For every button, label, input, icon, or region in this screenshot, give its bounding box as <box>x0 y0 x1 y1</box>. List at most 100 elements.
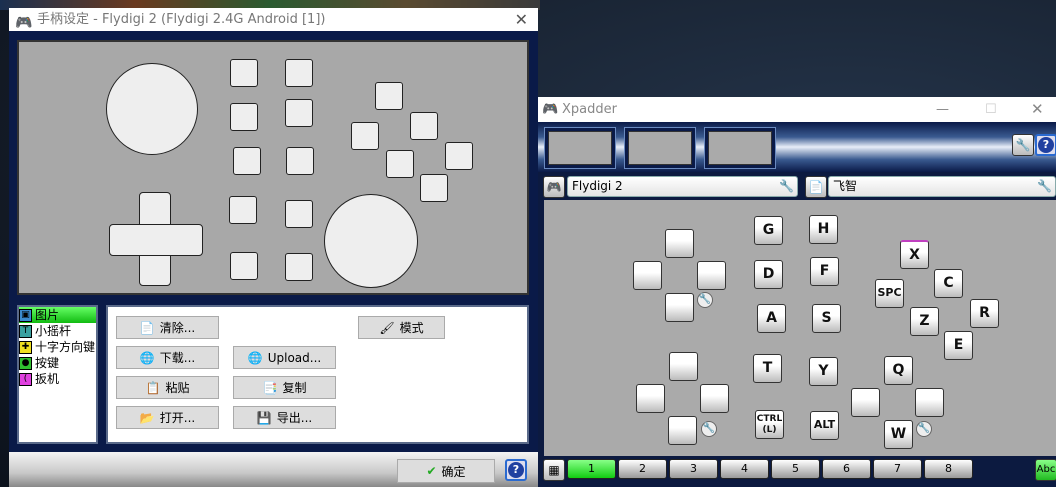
download-button[interactable]: 🌐 下载... <box>116 346 219 369</box>
close-button[interactable]: ✕ <box>1031 97 1044 122</box>
left-stick-shape[interactable] <box>106 63 198 155</box>
help-button[interactable]: ? <box>505 459 527 481</box>
button-shape[interactable] <box>285 59 313 87</box>
button-shape[interactable] <box>420 174 448 202</box>
button-shape[interactable] <box>230 103 258 131</box>
list-item-dpad[interactable]: ✚ 十字方向键 <box>19 339 96 355</box>
controller-button[interactable]: 🎮 <box>543 176 565 198</box>
xpadder-title: Xpadder <box>562 102 617 117</box>
controller-slot-2[interactable] <box>624 127 696 169</box>
key-q[interactable]: Q <box>884 356 913 385</box>
floppy-disk-icon: 💾 <box>256 410 272 425</box>
button-shape[interactable] <box>386 150 414 178</box>
key-unassigned[interactable] <box>915 388 944 417</box>
settings-wrench-button[interactable]: 🔧 <box>1012 134 1034 156</box>
key-t[interactable]: T <box>753 354 782 383</box>
key-ctrl[interactable]: CTRL (L) <box>755 410 784 439</box>
button-shape[interactable] <box>285 253 313 281</box>
key-unassigned[interactable] <box>700 384 729 413</box>
button-shape[interactable] <box>230 59 258 87</box>
download-label: 下载... <box>159 351 196 365</box>
button-shape[interactable] <box>285 200 313 228</box>
controller-layout-canvas[interactable] <box>17 40 529 295</box>
wrench-icon: 🔧 <box>1015 138 1031 152</box>
minimize-button[interactable]: — <box>936 97 949 122</box>
wrench-icon[interactable]: 🔧 <box>697 292 713 308</box>
wrench-icon[interactable]: 🔧 <box>1037 177 1052 196</box>
key-h[interactable]: H <box>809 215 838 244</box>
right-stick-shape[interactable] <box>324 194 418 288</box>
close-button[interactable]: ✕ <box>515 8 528 31</box>
set-tab-5[interactable]: 5 <box>771 459 820 479</box>
key-unassigned[interactable] <box>669 352 698 381</box>
button-shape[interactable] <box>375 82 403 110</box>
key-unassigned[interactable] <box>851 388 880 417</box>
key-unassigned[interactable] <box>636 384 665 413</box>
key-w[interactable]: W <box>884 420 913 449</box>
button-shape[interactable] <box>351 122 379 150</box>
key-g[interactable]: G <box>754 216 783 245</box>
copy-button[interactable]: 📑 复制 <box>233 376 336 399</box>
button-shape[interactable] <box>285 99 313 127</box>
key-unassigned[interactable] <box>697 261 726 290</box>
key-unassigned[interactable] <box>668 416 697 445</box>
button-shape[interactable] <box>233 147 261 175</box>
document-icon: 📄 <box>139 320 155 335</box>
maximize-button[interactable]: ☐ <box>985 97 997 122</box>
button-shape[interactable] <box>410 112 438 140</box>
controller-slot-3[interactable] <box>704 127 776 169</box>
key-y[interactable]: Y <box>809 357 838 386</box>
list-item-image[interactable]: ▣ 图片 <box>19 307 96 323</box>
open-button[interactable]: 📂 打开... <box>116 406 219 429</box>
key-a[interactable]: A <box>757 304 786 333</box>
abc-button[interactable]: Abc <box>1035 459 1056 481</box>
wrench-icon[interactable]: 🔧 <box>779 177 794 196</box>
wrench-icon[interactable]: 🔧 <box>701 421 717 437</box>
key-unassigned[interactable] <box>665 293 694 322</box>
xpadder-help-button[interactable]: ? <box>1035 134 1056 156</box>
button-shape[interactable] <box>445 142 473 170</box>
key-f[interactable]: F <box>810 257 839 286</box>
wrench-icon[interactable]: 🔧 <box>916 421 932 437</box>
set-tab-6[interactable]: 6 <box>822 459 871 479</box>
button-shape[interactable] <box>229 196 257 224</box>
dialog-footer: ✔ 确定 ? <box>9 452 538 487</box>
key-unassigned[interactable] <box>665 229 694 258</box>
list-item-trigger[interactable]: (扳机 <box>19 371 96 387</box>
profile-name-field[interactable]: 飞智 🔧 <box>828 176 1056 197</box>
layout-grid-button[interactable]: ▦ <box>543 459 565 481</box>
export-button[interactable]: 💾 导出... <box>233 406 336 429</box>
profile-button[interactable]: 📄 <box>805 176 827 198</box>
key-alt[interactable]: ALT <box>810 411 839 440</box>
set-tab-1[interactable]: 1 <box>567 459 616 479</box>
set-tab-4[interactable]: 4 <box>720 459 769 479</box>
element-type-list[interactable]: ▣ 图片 T 小摇杆 ✚ 十字方向键 ● 按键(扳机 <box>17 305 98 444</box>
key-s[interactable]: S <box>812 304 841 333</box>
set-tab-7[interactable]: 7 <box>873 459 922 479</box>
mode-button[interactable]: 🖌 模式 <box>358 316 445 339</box>
button-shape[interactable] <box>230 252 258 280</box>
export-label: 导出... <box>276 411 313 425</box>
button-shape[interactable] <box>286 147 314 175</box>
key-r[interactable]: R <box>970 299 999 328</box>
ok-button[interactable]: ✔ 确定 <box>397 459 495 483</box>
controller-name-field[interactable]: Flydigi 2 🔧 <box>567 176 798 197</box>
open-label: 打开... <box>159 411 196 425</box>
list-item-stick[interactable]: T 小摇杆 <box>19 323 96 339</box>
set-tab-2[interactable]: 2 <box>618 459 667 479</box>
set-tab-3[interactable]: 3 <box>669 459 718 479</box>
key-d[interactable]: D <box>754 260 783 289</box>
key-z[interactable]: Z <box>910 307 939 336</box>
key-unassigned[interactable] <box>633 261 662 290</box>
upload-button[interactable]: 🌐 Upload... <box>233 346 336 369</box>
key-spc[interactable]: SPC <box>875 279 904 308</box>
set-tab-8[interactable]: 8 <box>924 459 973 479</box>
key-e[interactable]: E <box>944 331 973 360</box>
list-item-button[interactable]: ● 按键 <box>19 355 96 371</box>
controller-slot-1[interactable] <box>544 127 616 169</box>
key-c[interactable]: C <box>934 269 963 298</box>
key-x[interactable]: X <box>900 240 929 269</box>
document-icon: 📄 <box>808 180 824 194</box>
paste-button[interactable]: 📋 粘贴 <box>116 376 219 399</box>
clear-button[interactable]: 📄 清除... <box>116 316 219 339</box>
